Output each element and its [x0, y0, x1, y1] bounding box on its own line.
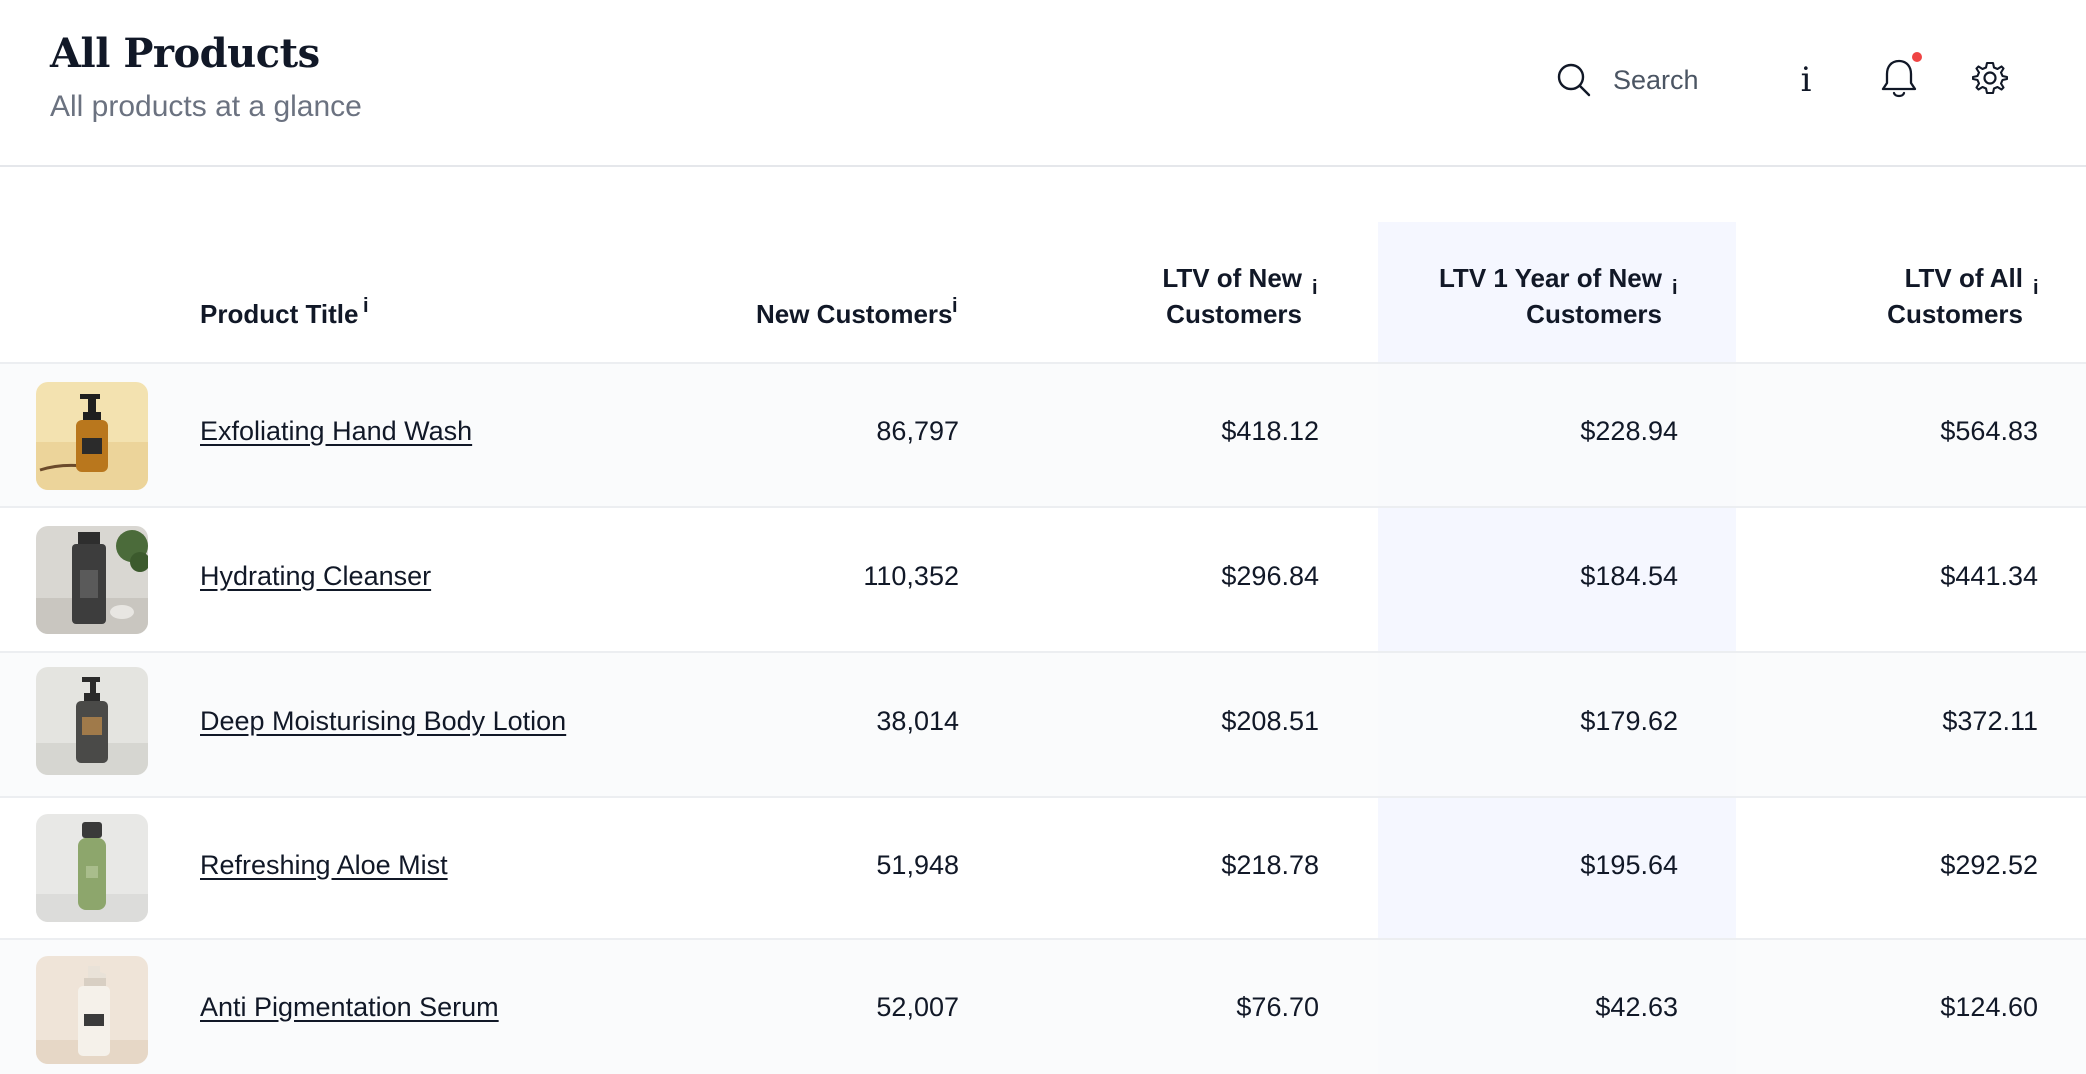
new-customers-cell: 38,014: [876, 706, 959, 736]
product-image[interactable]: [36, 382, 148, 490]
table-row[interactable]: Anti Pigmentation Serum 52,007 $76.70 $4…: [0, 938, 2086, 1074]
green-spray-bottle-image: [36, 814, 148, 922]
column-header-ltv-new[interactable]: LTV of New Customers i: [1100, 260, 1317, 332]
cream-pump-bottle-image: [36, 956, 148, 1064]
ltv-new-cell: $76.70: [1236, 992, 1319, 1022]
ltv-new-cell: $208.51: [1221, 706, 1319, 736]
ltv-all-cell: $292.52: [1940, 850, 2038, 880]
page-title: All Products: [50, 30, 320, 77]
product-image[interactable]: [36, 814, 148, 922]
ltv-all-cell: $441.34: [1940, 561, 2038, 591]
product-image[interactable]: [36, 526, 148, 634]
dark-grey-bottle-image: [36, 526, 148, 634]
product-link[interactable]: Deep Moisturising Body Lotion: [200, 706, 566, 737]
info-icon[interactable]: i: [1312, 270, 1318, 306]
search-icon[interactable]: [1555, 61, 1593, 99]
column-header-product-title[interactable]: Product Title i: [200, 295, 369, 332]
table-row[interactable]: Exfoliating Hand Wash 86,797 $418.12 $22…: [0, 362, 2086, 506]
ltv-all-cell: $124.60: [1940, 992, 2038, 1022]
info-icon[interactable]: i: [952, 288, 958, 324]
ltv-1yr-new-cell: $184.54: [1580, 561, 1678, 591]
product-image[interactable]: [36, 956, 148, 1064]
info-icon[interactable]: i: [363, 288, 369, 324]
search-input[interactable]: [1613, 64, 1733, 96]
ltv-all-cell: $372.11: [1942, 706, 2038, 736]
product-link[interactable]: Refreshing Aloe Mist: [200, 850, 448, 881]
new-customers-cell: 52,007: [876, 992, 959, 1022]
new-customers-cell: 110,352: [863, 561, 959, 591]
page-header: All Products All products at a glance i: [0, 0, 2086, 167]
ltv-1yr-new-cell: $42.63: [1595, 992, 1678, 1022]
info-icon[interactable]: i: [2033, 270, 2039, 306]
ltv-new-cell: $296.84: [1221, 561, 1319, 591]
amber-pump-bottle-image: [36, 382, 148, 490]
product-link[interactable]: Anti Pigmentation Serum: [200, 992, 499, 1023]
page-subtitle: All products at a glance: [50, 90, 362, 123]
ltv-1yr-new-cell: $228.94: [1580, 416, 1678, 446]
product-link[interactable]: Hydrating Cleanser: [200, 561, 431, 592]
info-icon[interactable]: i: [1672, 270, 1678, 306]
ltv-1yr-new-cell: $179.62: [1580, 706, 1678, 736]
ltv-1yr-new-cell: $195.64: [1580, 850, 1678, 880]
new-customers-cell: 86,797: [876, 416, 959, 446]
bell-icon[interactable]: [1878, 55, 1920, 101]
ltv-new-cell: $418.12: [1221, 416, 1319, 446]
table-row[interactable]: Refreshing Aloe Mist 51,948 $218.78 $195…: [0, 796, 2086, 938]
ltv-new-cell: $218.78: [1221, 850, 1319, 880]
ltv-all-cell: $564.83: [1940, 416, 2038, 446]
table-row[interactable]: Deep Moisturising Body Lotion 38,014 $20…: [0, 651, 2086, 796]
search-bar[interactable]: [1555, 56, 1735, 104]
notification-dot: [1912, 52, 1922, 62]
column-header-ltv-1yr-new[interactable]: LTV 1 Year of New Customers i: [1402, 260, 1678, 332]
column-header-new-customers[interactable]: New Customers i: [756, 295, 958, 332]
product-link[interactable]: Exfoliating Hand Wash: [200, 416, 472, 447]
gear-icon[interactable]: [1972, 60, 2008, 96]
column-header-ltv-all[interactable]: LTV of All Customers i: [1830, 260, 2038, 332]
table-row[interactable]: Hydrating Cleanser 110,352 $296.84 $184.…: [0, 506, 2086, 651]
product-image[interactable]: [36, 667, 148, 775]
new-customers-cell: 51,948: [876, 850, 959, 880]
grey-pump-bottle-image: [36, 667, 148, 775]
info-icon[interactable]: i: [1788, 56, 1824, 104]
